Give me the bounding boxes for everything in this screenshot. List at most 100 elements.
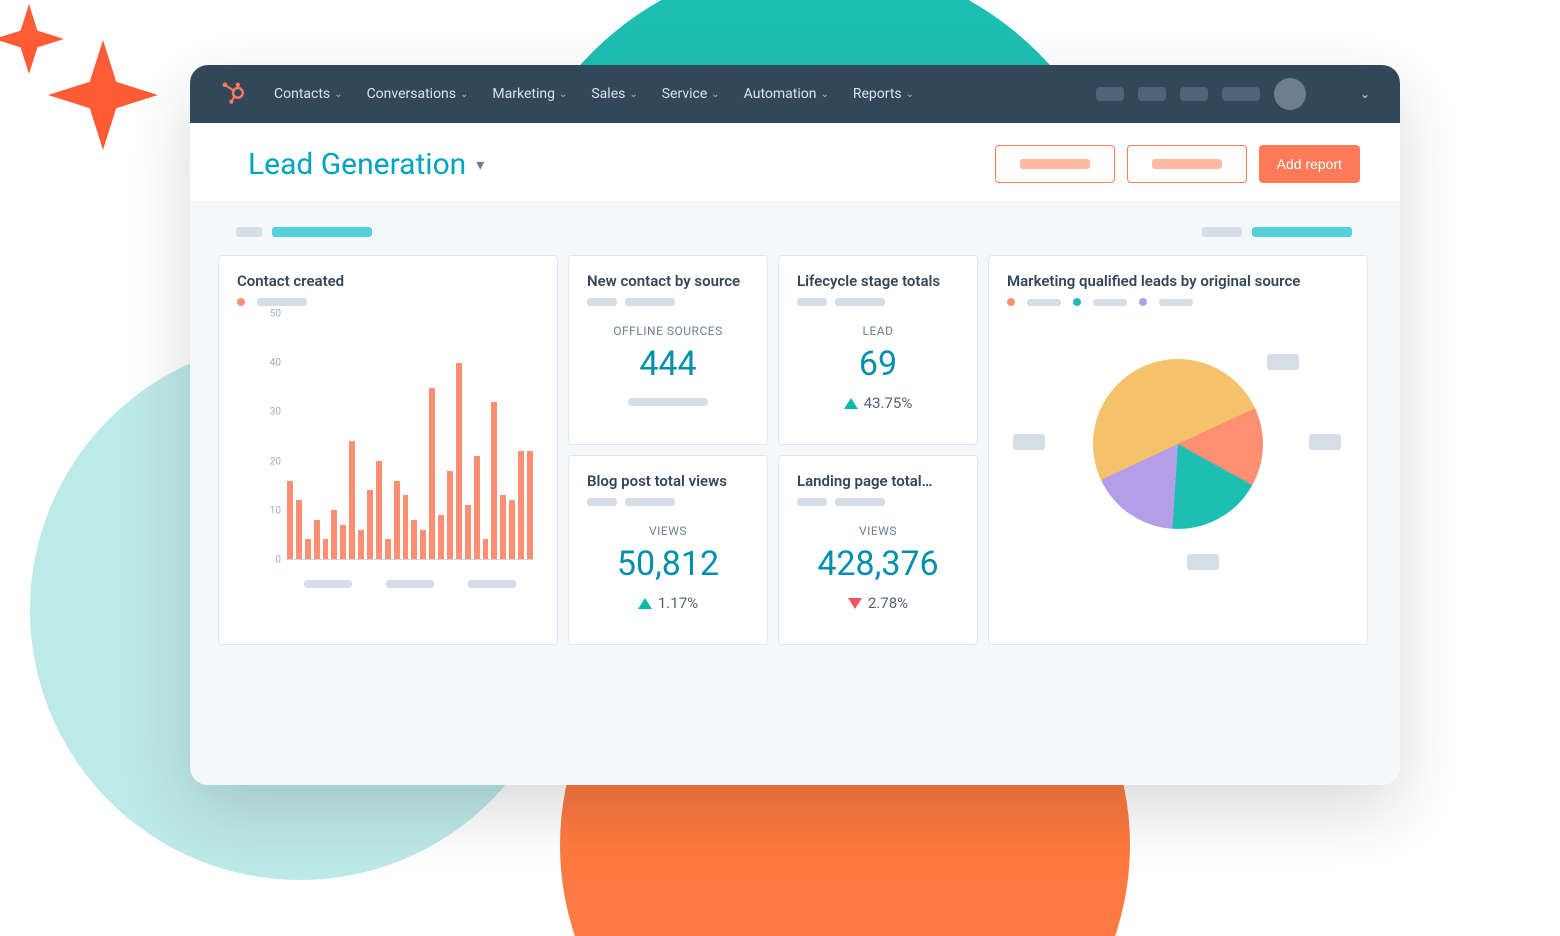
card-title: Contact created <box>237 272 539 290</box>
bar-chart: 01020304050 <box>257 314 539 594</box>
chevron-down-icon: ⌄ <box>820 89 828 100</box>
card-contact-created: Contact created 01020304050 <box>218 255 558 645</box>
bar <box>447 471 453 559</box>
card-legend <box>237 298 539 306</box>
pie-callout <box>1013 434 1045 450</box>
nav-contacts[interactable]: Contacts⌄ <box>264 80 353 108</box>
chevron-down-icon: ⌄ <box>460 89 468 100</box>
account-menu-chevron-icon[interactable]: ⌄ <box>1360 87 1370 101</box>
bar <box>394 481 400 559</box>
bar <box>527 451 533 559</box>
metric-value: 444 <box>587 344 749 384</box>
bar <box>403 495 409 559</box>
bar <box>287 481 293 559</box>
bar <box>456 363 462 559</box>
pie-callout <box>1267 354 1299 370</box>
nav-automation[interactable]: Automation⌄ <box>734 80 839 108</box>
bar <box>429 388 435 560</box>
bar <box>358 530 364 559</box>
metric-value: 69 <box>797 344 959 384</box>
metric-delta: 1.17% <box>587 594 749 612</box>
filter-placeholder[interactable] <box>236 227 262 237</box>
trend-down-icon <box>848 598 862 609</box>
bar <box>483 539 489 559</box>
chevron-down-icon: ⌄ <box>334 89 342 100</box>
nav-right-tools: ⌄ <box>1096 78 1370 110</box>
top-nav: Contacts⌄ Conversations⌄ Marketing⌄ Sale… <box>190 65 1400 123</box>
card-title: Landing page total… <box>797 472 959 490</box>
chevron-down-icon: ⌄ <box>906 89 914 100</box>
chevron-down-icon: ⌄ <box>559 89 567 100</box>
metric-label: LEAD <box>797 324 959 338</box>
metric-delta: 2.78% <box>797 594 959 612</box>
nav-tool-placeholder[interactable] <box>1138 87 1166 101</box>
trend-up-icon <box>844 398 858 409</box>
nav-tool-placeholder[interactable] <box>1096 87 1124 101</box>
nav-tool-placeholder[interactable] <box>1222 87 1260 101</box>
bar <box>331 510 337 559</box>
bar <box>340 525 346 559</box>
card-title: Marketing qualified leads by original so… <box>1007 272 1349 290</box>
bar <box>385 539 391 559</box>
header-outline-button-2[interactable] <box>1127 145 1247 183</box>
bar <box>296 500 302 559</box>
chevron-down-icon: ▾ <box>476 155 484 174</box>
chevron-down-icon: ⌄ <box>711 89 719 100</box>
avatar[interactable] <box>1274 78 1306 110</box>
card-title: Blog post total views <box>587 472 749 490</box>
nav-reports[interactable]: Reports⌄ <box>843 80 924 108</box>
hubspot-logo-icon[interactable] <box>220 79 246 109</box>
bar <box>438 515 444 559</box>
page-title: Lead Generation <box>248 147 466 182</box>
card-landing-page-total: Landing page total… VIEWS 428,376 2.78% <box>778 455 978 645</box>
metric-label: OFFLINE SOURCES <box>587 324 749 338</box>
filter-placeholder[interactable] <box>1202 227 1242 237</box>
dashboard-header: Lead Generation ▾ Add report <box>190 123 1400 201</box>
bar <box>323 539 329 559</box>
add-report-button[interactable]: Add report <box>1259 145 1360 183</box>
dashboard-switcher[interactable]: Lead Generation ▾ <box>248 147 484 182</box>
nav-tool-placeholder[interactable] <box>1180 87 1208 101</box>
header-outline-button-1[interactable] <box>995 145 1115 183</box>
nav-marketing[interactable]: Marketing⌄ <box>482 80 577 108</box>
pie-callout <box>1187 554 1219 570</box>
dashboard-body: Contact created 01020304050 Ne <box>190 201 1400 785</box>
trend-up-icon <box>638 598 652 609</box>
filter-bar <box>236 227 1372 237</box>
bar <box>509 500 515 559</box>
card-blog-post-total-views: Blog post total views VIEWS 50,812 1.17% <box>568 455 768 645</box>
bar <box>518 451 524 559</box>
bar <box>367 490 373 559</box>
pie-callout <box>1309 434 1341 450</box>
card-lifecycle-stage-totals: Lifecycle stage totals LEAD 69 43.75% <box>778 255 978 445</box>
bar <box>314 520 320 559</box>
bar <box>305 539 311 559</box>
card-mql-by-source: Marketing qualified leads by original so… <box>988 255 1368 645</box>
app-window: Contacts⌄ Conversations⌄ Marketing⌄ Sale… <box>190 65 1400 785</box>
metric-label: VIEWS <box>797 524 959 538</box>
nav-sales[interactable]: Sales⌄ <box>581 80 647 108</box>
bar <box>491 402 497 559</box>
bar <box>349 441 355 559</box>
card-legend <box>1007 298 1349 306</box>
metric-label: VIEWS <box>587 524 749 538</box>
bar <box>376 461 382 559</box>
bar <box>474 456 480 559</box>
chevron-down-icon: ⌄ <box>629 89 637 100</box>
sparkle-icon <box>48 40 158 150</box>
card-title: New contact by source <box>587 272 749 290</box>
metric-value: 428,376 <box>797 544 959 584</box>
metric-delta: 43.75% <box>797 394 959 412</box>
card-new-contact-by-source: New contact by source OFFLINE SOURCES 44… <box>568 255 768 445</box>
bar <box>500 495 506 559</box>
nav-service[interactable]: Service⌄ <box>652 80 730 108</box>
filter-active-placeholder[interactable] <box>272 227 372 237</box>
filter-active-placeholder[interactable] <box>1252 227 1352 237</box>
card-title: Lifecycle stage totals <box>797 272 959 290</box>
bar <box>411 520 417 559</box>
bar <box>465 505 471 559</box>
pie-chart <box>1007 314 1349 574</box>
metric-value: 50,812 <box>587 544 749 584</box>
bar <box>420 530 426 559</box>
nav-conversations[interactable]: Conversations⌄ <box>357 80 479 108</box>
